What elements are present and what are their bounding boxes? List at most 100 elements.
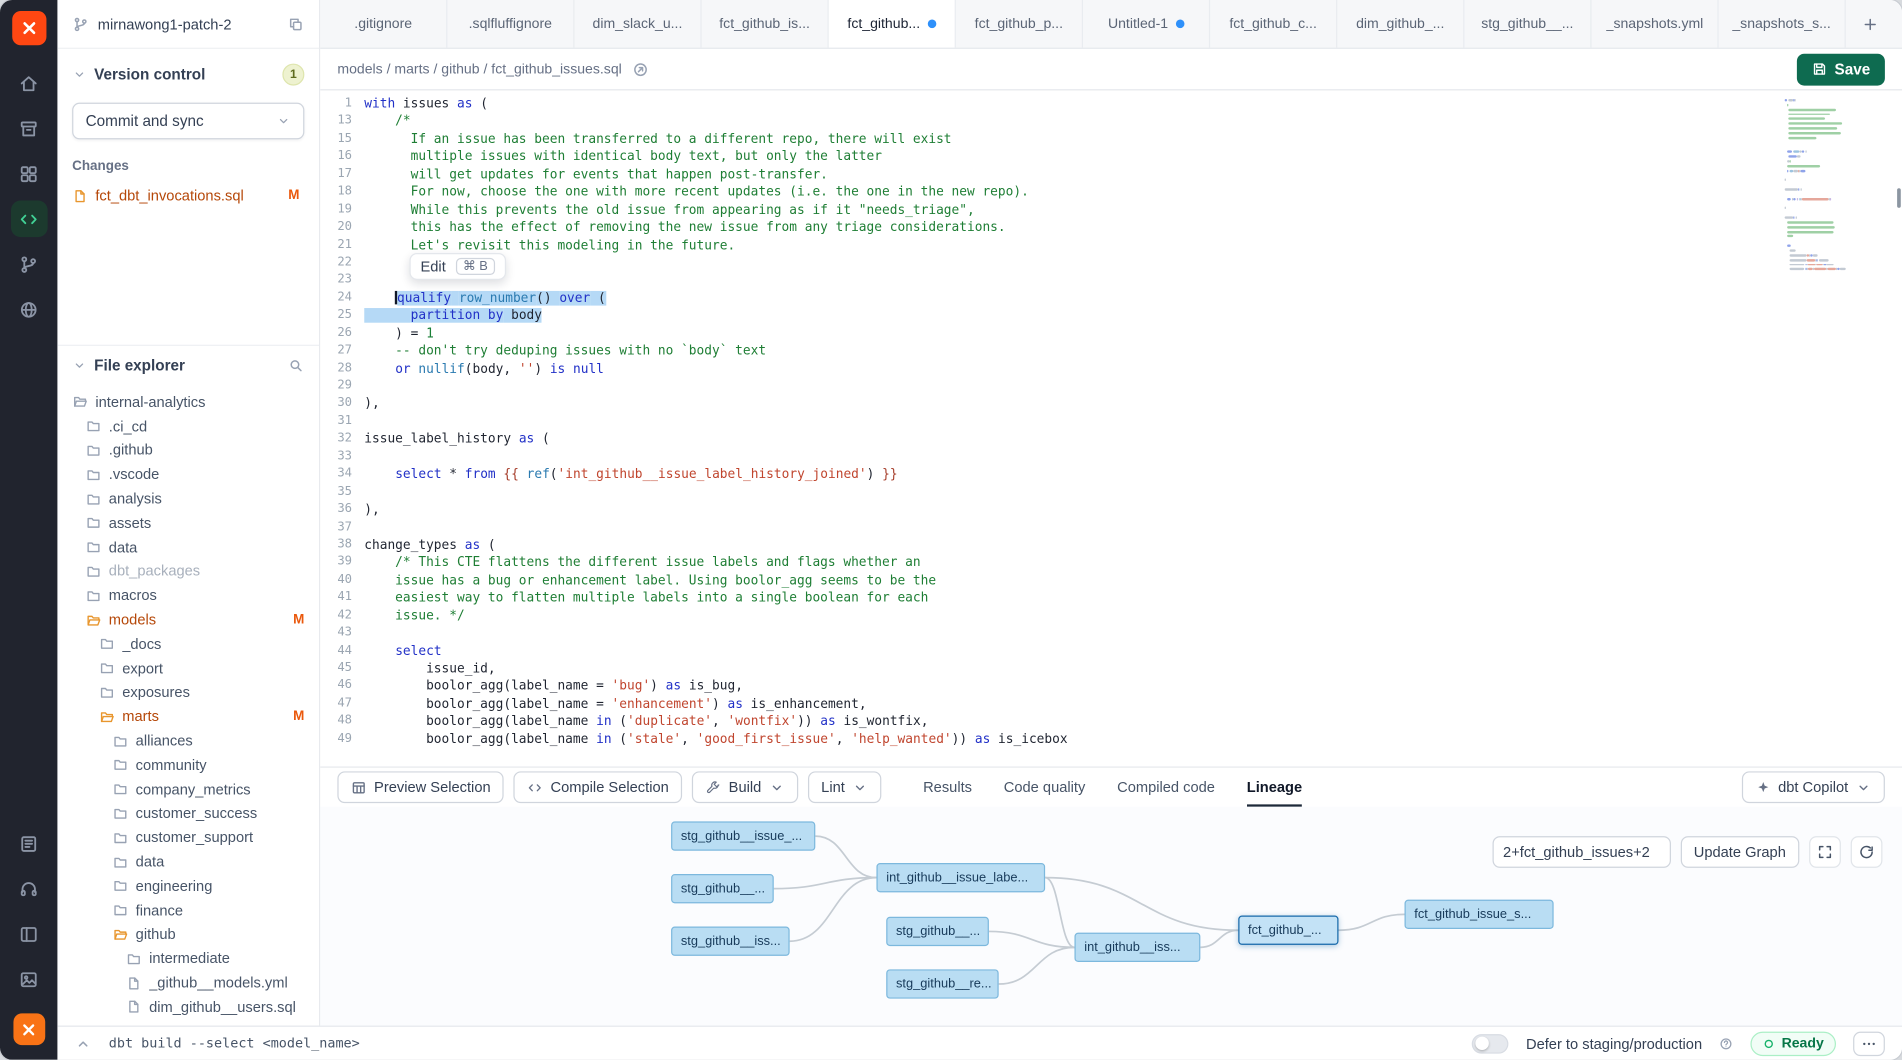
edit-popup[interactable]: Edit ⌘ B [409, 253, 506, 280]
code-line[interactable]: 37 [320, 519, 1902, 537]
tree-item-github[interactable]: github [57, 922, 319, 946]
tree-item-marts[interactable]: martsM [57, 705, 319, 729]
panel-tab-compiled-code[interactable]: Compiled code [1117, 768, 1215, 807]
lineage-node[interactable]: fct_github_issue_s... [1405, 900, 1554, 929]
more-options-button[interactable] [1853, 1031, 1885, 1055]
code-line[interactable]: 23 [320, 272, 1902, 290]
tree-item-alliances[interactable]: alliances [57, 729, 319, 753]
code-editor[interactable]: 1with issues as (13 /*15 If an issue has… [320, 90, 1902, 766]
code-line[interactable]: 33 [320, 448, 1902, 466]
code-line[interactable]: 29 [320, 378, 1902, 396]
code-line[interactable]: 24 qualify row_number() over ( [320, 289, 1902, 307]
tree-item-export[interactable]: export [57, 656, 319, 680]
fullscreen-button[interactable] [1809, 836, 1841, 868]
lineage-node[interactable]: int_github__iss... [1074, 933, 1200, 962]
code-line[interactable]: 44 select [320, 642, 1902, 660]
tree-item-exposures[interactable]: exposures [57, 680, 319, 704]
editor-tab[interactable]: fct_github_c... [1210, 0, 1337, 48]
lineage-selector-input[interactable] [1492, 836, 1670, 868]
tree-item-customer_support[interactable]: customer_support [57, 826, 319, 850]
editor-tab[interactable]: stg_github__... [1464, 0, 1591, 48]
dashboard-icon[interactable] [10, 155, 47, 192]
code-line[interactable]: 31 [320, 413, 1902, 431]
tree-item-internal-analytics[interactable]: internal-analytics [57, 390, 319, 414]
code-line[interactable]: 20 this has the effect of removing the n… [320, 219, 1902, 237]
panel-tab-lineage[interactable]: Lineage [1247, 768, 1302, 807]
build-button[interactable]: Build [692, 771, 798, 803]
code-line[interactable]: 26 ) = 1 [320, 325, 1902, 343]
version-control-icon[interactable] [10, 246, 47, 283]
preview-selection-button[interactable]: Preview Selection [337, 771, 504, 803]
code-line[interactable]: 39 /* This CTE flattens the different is… [320, 554, 1902, 572]
notebook-icon[interactable] [10, 825, 47, 862]
edit-popup-label[interactable]: Edit [420, 258, 445, 275]
expand-panel-icon[interactable] [75, 1035, 92, 1052]
code-line[interactable]: 19 While this prevents the old issue fro… [320, 201, 1902, 219]
refresh-graph-button[interactable] [1851, 836, 1883, 868]
changed-file[interactable]: fct_dbt_invocations.sqlM [72, 183, 304, 207]
tree-item-models[interactable]: modelsM [57, 608, 319, 632]
tree-item-engineering[interactable]: engineering [57, 874, 319, 898]
tree-item-assets[interactable]: assets [57, 511, 319, 535]
editor-tab[interactable]: Untitled-1 [1083, 0, 1210, 48]
code-line[interactable]: 32issue_label_history as ( [320, 431, 1902, 449]
tree-item-dbt_packages[interactable]: dbt_packages [57, 559, 319, 583]
code-line[interactable]: 34 select * from {{ ref('int_github__iss… [320, 466, 1902, 484]
lineage-node[interactable]: fct_github_... [1238, 916, 1338, 945]
code-line[interactable]: 38change_types as ( [320, 537, 1902, 555]
tree-item-.github[interactable]: .github [57, 438, 319, 462]
tree-item-data[interactable]: data [57, 850, 319, 874]
editor-tab[interactable]: _snapshots_s... [1719, 0, 1846, 48]
code-line[interactable]: 36), [320, 501, 1902, 519]
dbt-logo[interactable] [12, 11, 46, 45]
lineage-node[interactable]: stg_github__iss... [671, 927, 790, 956]
dbt-copilot-button[interactable]: dbt Copilot [1741, 771, 1884, 803]
code-line[interactable]: 28 or nullif(body, '') is null [320, 360, 1902, 378]
code-line[interactable]: 22 [320, 254, 1902, 272]
lineage-node[interactable]: int_github__issue_labe... [876, 863, 1045, 892]
help-icon[interactable] [1719, 1036, 1734, 1051]
develop-icon[interactable] [10, 200, 47, 237]
panel-tab-code-quality[interactable]: Code quality [1004, 768, 1086, 807]
scrollbar-thumb[interactable] [1897, 188, 1901, 208]
tree-item-intermediate[interactable]: intermediate [57, 947, 319, 971]
tree-item-finance[interactable]: finance [57, 898, 319, 922]
code-line[interactable]: 15 If an issue has been transferred to a… [320, 131, 1902, 149]
tree-item-.vscode[interactable]: .vscode [57, 463, 319, 487]
code-line[interactable]: 30), [320, 395, 1902, 413]
code-line[interactable]: 49 boolor_agg(label_name in ('stale', 'g… [320, 731, 1902, 749]
copy-link-icon[interactable] [632, 61, 649, 78]
branch-name[interactable]: mirnawong1-patch-2 [98, 15, 279, 32]
media-icon[interactable] [10, 961, 47, 998]
code-line[interactable]: 40 issue has a bug or enhancement label.… [320, 572, 1902, 590]
save-button[interactable]: Save [1797, 53, 1885, 85]
code-line[interactable]: 47 boolor_agg(label_name = 'enhancement'… [320, 695, 1902, 713]
minimap[interactable] [1785, 98, 1897, 272]
editor-tab[interactable]: _snapshots.yml [1592, 0, 1719, 48]
editor-tab[interactable]: .sqlfluffignore [447, 0, 574, 48]
editor-tab[interactable]: fct_github_is... [702, 0, 829, 48]
tree-item-analysis[interactable]: analysis [57, 487, 319, 511]
code-line[interactable]: 21 Let's revisit this modeling in the fu… [320, 237, 1902, 255]
code-line[interactable]: 45 issue_id, [320, 660, 1902, 678]
code-line[interactable]: 48 boolor_agg(label_name in ('duplicate'… [320, 713, 1902, 731]
tree-item-_github__models.yml[interactable]: _github__models.yml [57, 971, 319, 995]
lineage-node[interactable]: stg_github__... [671, 874, 774, 903]
tree-item-.ci_cd[interactable]: .ci_cd [57, 414, 319, 438]
commit-and-sync-button[interactable]: Commit and sync [72, 103, 304, 140]
new-tab-button[interactable] [1846, 0, 1895, 48]
editor-tab[interactable]: fct_github_p... [956, 0, 1083, 48]
editor-tab[interactable]: .gitignore [320, 0, 447, 48]
defer-toggle[interactable] [1472, 1034, 1509, 1054]
code-line[interactable]: 17 will get updates for events that happ… [320, 166, 1902, 184]
code-line[interactable]: 27 -- don't try deduping issues with no … [320, 342, 1902, 360]
tree-item-_docs[interactable]: _docs [57, 632, 319, 656]
org-avatar[interactable] [13, 1013, 45, 1045]
editor-tab[interactable]: dim_slack_u... [575, 0, 702, 48]
tree-item-data[interactable]: data [57, 535, 319, 559]
code-line[interactable]: 43 [320, 625, 1902, 643]
lineage-node[interactable]: stg_github__re... [886, 969, 998, 998]
tree-item-company_metrics[interactable]: company_metrics [57, 777, 319, 801]
command-input[interactable]: dbt build --select <model_name> [109, 1035, 360, 1051]
docs-icon[interactable] [10, 291, 47, 328]
